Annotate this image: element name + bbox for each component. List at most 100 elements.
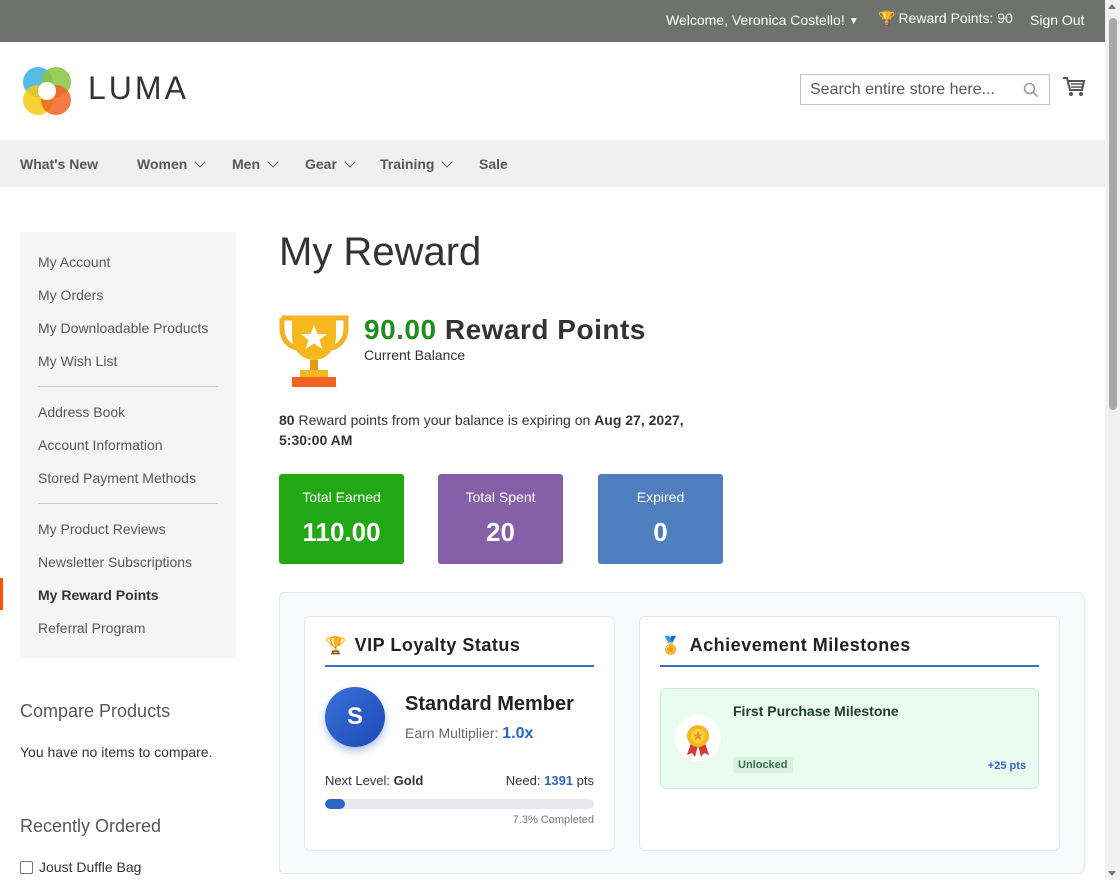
- header: LUMA: [0, 42, 1105, 140]
- main-nav: What's New Women Men Gear Training Sale: [0, 140, 1105, 187]
- milestones-title-text: Achievement Milestones: [689, 635, 911, 655]
- expiring-text: Reward points from your balance is expir…: [294, 412, 595, 428]
- vip-title-text: VIP Loyalty Status: [354, 635, 521, 655]
- scroll-up-arrow-icon[interactable]: [1108, 4, 1116, 9]
- sidebar-item-newsletter-subscriptions[interactable]: Newsletter Subscriptions: [38, 554, 192, 570]
- balance-label: Reward Points: [444, 314, 646, 345]
- scroll-down-arrow-icon[interactable]: [1108, 871, 1116, 876]
- next-level-label: Next Level:: [325, 773, 394, 788]
- stat-value: 110.00: [302, 517, 381, 547]
- chevron-down-icon: [344, 156, 356, 168]
- tier-name: Standard Member: [405, 693, 574, 715]
- recent-item-checkbox[interactable]: [20, 861, 33, 874]
- reward-balance: 90.00 Reward Points: [364, 314, 646, 346]
- milestones-card-title: 🏅 Achievement Milestones: [660, 635, 911, 656]
- chevron-down-icon: ▼: [848, 16, 859, 27]
- need-label: Need:: [505, 773, 545, 788]
- compare-products-text: You have no items to compare.: [20, 744, 213, 760]
- nav-item-men[interactable]: Men: [232, 156, 279, 172]
- sidebar-item-stored-payment-methods[interactable]: Stored Payment Methods: [38, 470, 196, 486]
- need-unit: pts: [573, 773, 594, 788]
- stat-label: Total Spent: [465, 489, 536, 505]
- welcome-menu[interactable]: Welcome, Veronica Costello! ▼: [666, 12, 859, 28]
- nav-item-sale[interactable]: Sale: [479, 156, 508, 172]
- stat-label: Total Earned: [302, 489, 381, 505]
- tier-progress-fill: [325, 799, 345, 809]
- sidebar-divider: [38, 386, 218, 387]
- nav-label: Women: [137, 156, 188, 172]
- page-scrollbar[interactable]: [1105, 0, 1120, 880]
- account-sidebar: My Account My Orders My Downloadable Pro…: [20, 232, 236, 658]
- stat-total-earned: Total Earned 110.00: [279, 474, 404, 564]
- search-box: [800, 74, 1050, 105]
- next-level: Next Level: Gold: [325, 773, 423, 788]
- earn-multiplier: Earn Multiplier: 1.0x: [405, 725, 533, 743]
- trophy-icon: 🏆: [325, 636, 347, 655]
- tier-avatar: S: [325, 687, 385, 747]
- sidebar-item-wish-list[interactable]: My Wish List: [38, 353, 117, 369]
- search-input[interactable]: [801, 75, 1011, 104]
- milestone-title: First Purchase Milestone: [733, 703, 899, 719]
- nav-item-gear[interactable]: Gear: [305, 156, 356, 172]
- sidebar-item-product-reviews[interactable]: My Product Reviews: [38, 521, 166, 537]
- balance-value: 90.00: [364, 314, 437, 345]
- trophy-icon: [279, 315, 349, 387]
- loyalty-panel: 🏆 VIP Loyalty Status S Standard Member Ea…: [279, 592, 1085, 874]
- stat-value: 20: [486, 517, 515, 547]
- multiplier-value: 1.0x: [502, 725, 534, 742]
- sidebar-item-downloadable-products[interactable]: My Downloadable Products: [38, 320, 208, 336]
- medal-icon: 🏅: [660, 636, 682, 655]
- milestones-title-underline: [660, 665, 1039, 667]
- rosette-icon: [687, 725, 709, 757]
- balance-subtitle: Current Balance: [364, 347, 466, 363]
- welcome-text: Welcome, Veronica Costello!: [666, 12, 845, 28]
- page-title: My Reward: [279, 230, 482, 274]
- reward-points-text: Reward Points: 90: [898, 10, 1013, 26]
- nav-item-women[interactable]: Women: [137, 156, 206, 172]
- milestone-points: +25 pts: [987, 760, 1026, 772]
- sidebar-item-my-orders[interactable]: My Orders: [38, 287, 103, 303]
- sidebar-item-referral-program[interactable]: Referral Program: [38, 620, 145, 636]
- sidebar-item-my-reward-points[interactable]: My Reward Points: [38, 587, 159, 603]
- nav-label: Sale: [479, 156, 508, 172]
- milestone-item: First Purchase Milestone Unlocked +25 pt…: [660, 688, 1039, 789]
- sidebar-active-indicator: [0, 578, 3, 610]
- nav-label: What's New: [20, 156, 99, 172]
- sidebar-item-account-information[interactable]: Account Information: [38, 437, 163, 453]
- expiring-points: 80: [279, 412, 295, 428]
- stat-label: Expired: [636, 489, 685, 505]
- expiring-notice: 80 Reward points from your balance is ex…: [279, 410, 719, 450]
- sidebar-divider: [38, 503, 218, 504]
- chevron-down-icon: [267, 156, 279, 168]
- milestone-status-badge: Unlocked: [733, 757, 793, 773]
- progress-completed-text: 7.3% Completed: [512, 814, 594, 826]
- logo[interactable]: LUMA: [20, 64, 190, 116]
- tier-progress-bar: [325, 799, 594, 809]
- sidebar-item-my-account[interactable]: My Account: [38, 254, 110, 270]
- stat-total-spent: Total Spent 20: [438, 474, 563, 564]
- reward-points-link[interactable]: 🏆 Reward Points: 90: [878, 10, 1013, 27]
- trophy-icon: 🏆: [878, 10, 896, 26]
- recently-ordered-title: Recently Ordered: [20, 816, 162, 836]
- top-bar: Welcome, Veronica Costello! ▼ 🏆 Reward Poi…: [0, 0, 1105, 42]
- chevron-down-icon: [194, 156, 206, 168]
- recent-item-label: Joust Duffle Bag: [39, 859, 142, 875]
- need-value: 1391: [544, 773, 574, 788]
- stat-expired: Expired 0: [598, 474, 723, 564]
- achievement-milestones-card: 🏅 Achievement Milestones First Purchase M…: [639, 616, 1060, 851]
- luma-logo-icon: [23, 67, 71, 115]
- recently-ordered-item[interactable]: Joust Duffle Bag: [20, 859, 141, 875]
- logo-text: LUMA: [88, 70, 189, 106]
- nav-item-training[interactable]: Training: [380, 156, 454, 172]
- compare-products-title: Compare Products: [20, 701, 171, 721]
- sign-out-link[interactable]: Sign Out: [1030, 12, 1084, 28]
- cart-icon[interactable]: [1062, 76, 1086, 98]
- search-icon[interactable]: [1023, 82, 1039, 98]
- sidebar-item-address-book[interactable]: Address Book: [38, 404, 125, 420]
- vip-status-card: 🏆 VIP Loyalty Status S Standard Member Ea…: [304, 616, 615, 851]
- vip-card-title: 🏆 VIP Loyalty Status: [325, 635, 520, 656]
- points-needed: Need: 1391 pts: [506, 773, 594, 788]
- scrollbar-thumb[interactable]: [1109, 18, 1117, 410]
- vip-title-underline: [325, 665, 594, 667]
- nav-item-whats-new[interactable]: What's New: [20, 156, 98, 172]
